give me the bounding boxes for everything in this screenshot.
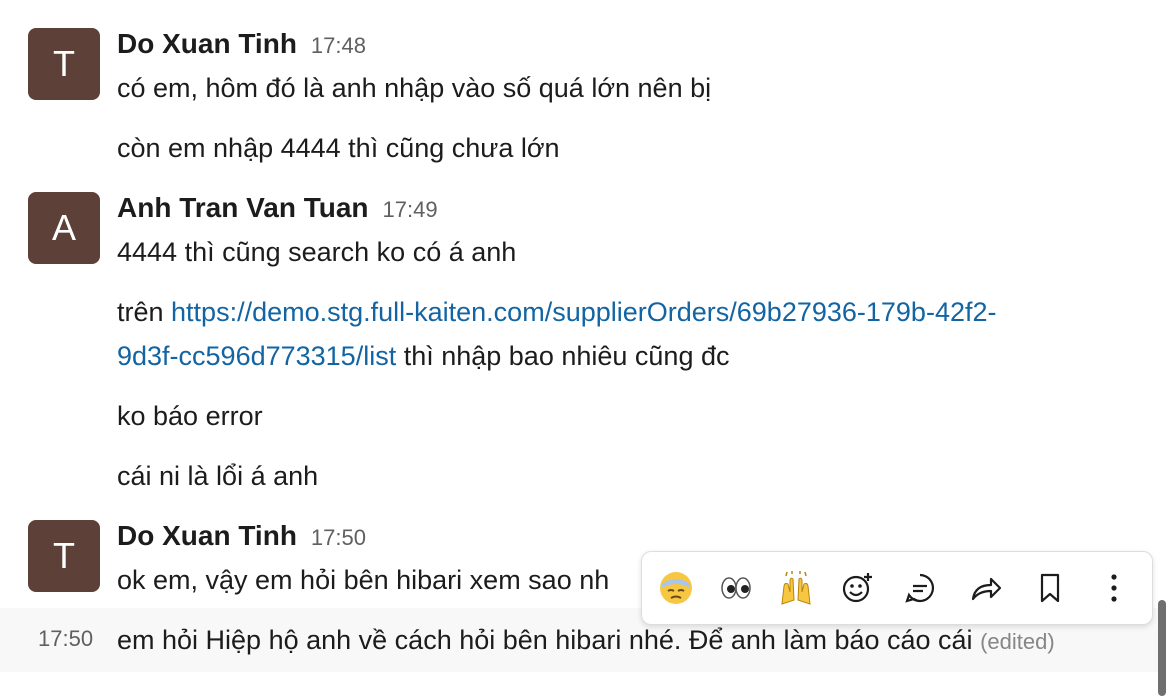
message-text-with-link: trên https://demo.stg.full-kaiten.com/su… (117, 290, 996, 334)
message-header: Do Xuan Tinh 17:50 (117, 520, 366, 552)
vertical-ellipsis-icon (1111, 574, 1117, 602)
more-actions-button[interactable] (1092, 566, 1136, 610)
message-text: ok em, vậy em hỏi bên hibari xem sao nh (117, 565, 610, 595)
text-fragment: thì nhập bao nhiêu cũng đc (396, 341, 730, 371)
avatar-letter: T (53, 535, 75, 576)
add-reaction-icon (842, 573, 872, 603)
add-reaction-button[interactable] (836, 566, 880, 610)
raised-hands-emoji-icon (781, 571, 811, 605)
edited-label: (edited) (980, 629, 1055, 654)
downcast-face-emoji-button[interactable] (654, 566, 698, 610)
downcast-face-emoji-icon (660, 572, 692, 604)
message-actions-toolbar (641, 551, 1153, 625)
eyes-emoji-button[interactable] (714, 566, 758, 610)
save-bookmark-button[interactable] (1028, 566, 1072, 610)
raised-hands-emoji-button[interactable] (774, 566, 818, 610)
url-link-continued[interactable]: 9d3f-cc596d773315/list (117, 341, 396, 371)
author-name[interactable]: Do Xuan Tinh (117, 28, 297, 59)
scrollbar[interactable] (1158, 600, 1166, 696)
author-name[interactable]: Anh Tran Van Tuan (117, 192, 369, 223)
avatar[interactable]: T (28, 520, 100, 592)
reply-in-thread-button[interactable] (898, 566, 942, 610)
reply-in-thread-icon (905, 573, 935, 603)
avatar[interactable]: T (28, 28, 100, 100)
message-text-with-link: 9d3f-cc596d773315/list thì nhập bao nhiê… (117, 334, 729, 378)
message-text: còn em nhập 4444 thì cũng chưa lớn (117, 133, 560, 163)
avatar[interactable]: A (28, 192, 100, 264)
timestamp[interactable]: 17:49 (383, 197, 438, 222)
text-fragment: em hỏi Hiệp hộ anh về cách hỏi bên hibar… (117, 625, 981, 655)
avatar-letter: A (51, 207, 76, 248)
url-link[interactable]: https://demo.stg.full-kaiten.com/supplie… (171, 297, 996, 327)
message-text: cái ni là lổi á anh (117, 461, 319, 491)
message-header: Anh Tran Van Tuan 17:49 (117, 192, 438, 224)
share-forward-icon (971, 577, 1002, 601)
share-forward-button[interactable] (964, 566, 1008, 610)
message-header: Do Xuan Tinh 17:48 (117, 28, 366, 60)
avatar-letter: T (53, 43, 75, 84)
hover-timestamp[interactable]: 17:50 (38, 626, 93, 652)
author-name[interactable]: Do Xuan Tinh (117, 520, 297, 551)
message-text: có em, hôm đó là anh nhập vào số quá lớn… (117, 73, 712, 103)
message-text: ko báo error (117, 401, 263, 431)
timestamp[interactable]: 17:50 (311, 525, 366, 550)
eyes-emoji-icon (721, 577, 751, 599)
bookmark-icon (1040, 573, 1060, 603)
message-text: 4444 thì cũng search ko có á anh (117, 237, 517, 267)
timestamp[interactable]: 17:48 (311, 33, 366, 58)
text-fragment: trên (117, 297, 172, 327)
